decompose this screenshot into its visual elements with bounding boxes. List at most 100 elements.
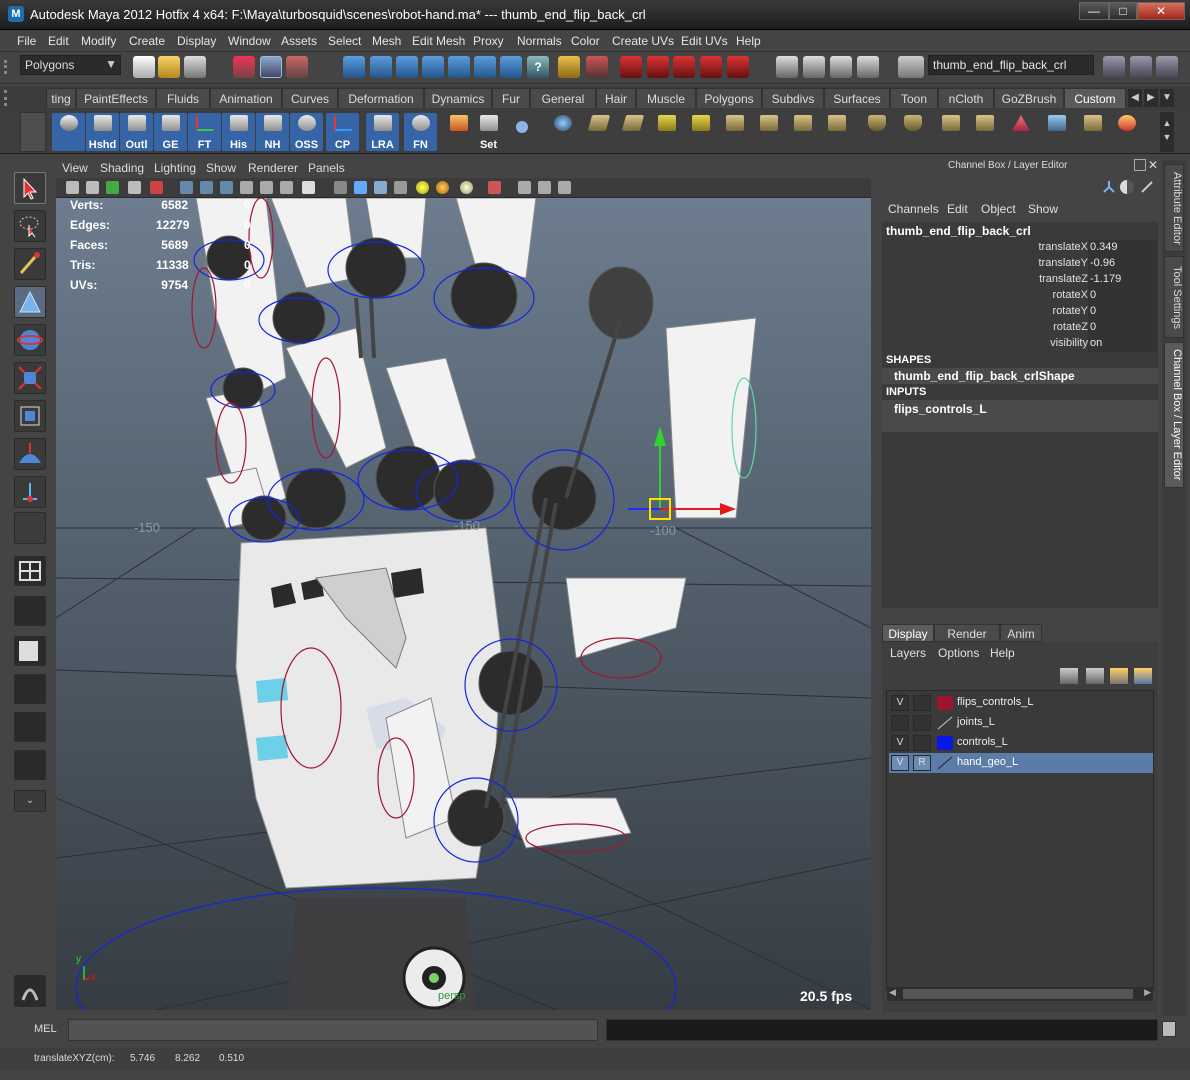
layer-color-swatch[interactable] xyxy=(937,696,953,710)
hypershade-icon[interactable] xyxy=(727,56,749,78)
lock-icon[interactable] xyxy=(558,56,580,78)
shelf-button-poly-tool-4[interactable] xyxy=(684,113,717,151)
shelf-tab-animation[interactable]: Animation xyxy=(210,88,282,108)
shelf-button-ge[interactable]: GE xyxy=(154,113,187,151)
shelf-button-his[interactable]: His xyxy=(222,113,255,151)
tab-render[interactable]: Render xyxy=(934,624,1000,642)
tab-channel-box-layer-editor[interactable]: Channel Box / Layer Editor xyxy=(1164,342,1184,488)
camera-attributes-icon[interactable] xyxy=(86,181,99,194)
shelf-button-poly-tool-5[interactable] xyxy=(718,113,751,151)
render-settings-icon[interactable] xyxy=(700,56,722,78)
menu-assets[interactable]: Assets xyxy=(281,34,317,48)
shelf-button-knife[interactable] xyxy=(442,113,475,151)
shelf-tab-surfaces[interactable]: Surfaces xyxy=(824,88,890,108)
layer-color-swatch[interactable] xyxy=(937,756,953,770)
layer-menu-help[interactable]: Help xyxy=(990,646,1015,660)
batch-render-icon[interactable] xyxy=(830,56,852,78)
lasso-tool[interactable] xyxy=(14,210,46,242)
menu-file[interactable]: File xyxy=(17,34,36,48)
shelf-tab-fur[interactable]: Fur xyxy=(492,88,530,108)
channel-translatex[interactable]: translateX 0.349 xyxy=(882,240,1158,256)
layer-color-swatch[interactable] xyxy=(937,716,953,730)
tab-anim[interactable]: Anim xyxy=(1000,624,1042,642)
viewport-menu-shading[interactable]: Shading xyxy=(100,161,144,175)
channel-box-menu-show[interactable]: Show xyxy=(1028,202,1058,216)
playblast-icon[interactable] xyxy=(857,56,879,78)
menu-modify[interactable]: Modify xyxy=(81,34,116,48)
shelf-button-poly-tool-10[interactable] xyxy=(896,113,929,151)
close-button[interactable]: ✕ xyxy=(1137,2,1185,20)
layout-four-view-icon[interactable] xyxy=(14,556,46,586)
shelf-button-poly-tool-9[interactable] xyxy=(860,113,893,151)
shelf-scrollbar[interactable]: ▲ ▼ xyxy=(1160,112,1174,152)
menu-edit-mesh[interactable]: Edit Mesh xyxy=(412,34,465,48)
bookmark-icon[interactable] xyxy=(106,181,119,194)
shelf-button-custom-tool[interactable] xyxy=(52,113,85,151)
shelf-button-poly-tool-8[interactable] xyxy=(820,113,853,151)
paint-select-tool[interactable] xyxy=(14,248,46,280)
menu-color[interactable]: Color xyxy=(571,34,600,48)
layout-persp-graph-outliner-icon[interactable] xyxy=(14,712,46,742)
tool-settings-icon[interactable] xyxy=(1130,56,1152,78)
shelf-button-poly-tool-13[interactable] xyxy=(1076,113,1109,151)
layer-display-type-toggle[interactable] xyxy=(913,695,931,711)
rotate-tool[interactable] xyxy=(14,324,46,356)
menu-normals[interactable]: Normals xyxy=(517,34,562,48)
scale-tool[interactable] xyxy=(14,362,46,394)
shelf-button-cp[interactable]: CP xyxy=(326,113,359,151)
shelf-scroll-left-icon[interactable]: ◀ xyxy=(1128,89,1142,107)
channel-rotatey[interactable]: rotateY 0 xyxy=(882,304,1158,320)
shelf-button-poly-tool-11[interactable] xyxy=(934,113,967,151)
shelf-tab-curves[interactable]: Curves xyxy=(282,88,338,108)
shelf-scroll-down-icon[interactable]: ▼ xyxy=(1160,89,1174,107)
shelf-button-fn[interactable]: FN xyxy=(404,113,437,151)
xray-icon[interactable] xyxy=(488,181,501,194)
viewport-menu-panels[interactable]: Panels xyxy=(308,161,345,175)
hyperbolic-icon[interactable] xyxy=(1140,180,1154,194)
maximize-button[interactable]: □ xyxy=(1109,2,1137,20)
scroll-left-icon[interactable]: ◀ xyxy=(889,987,896,998)
shelf-button-poly-tool-3[interactable] xyxy=(650,113,683,151)
channel-value[interactable]: 0 xyxy=(1088,304,1158,320)
select-camera-icon[interactable] xyxy=(66,181,79,194)
xray-components-icon[interactable] xyxy=(538,181,551,194)
default-light-icon[interactable] xyxy=(416,181,429,194)
shelf-tab-polygons[interactable]: Polygons xyxy=(696,88,762,108)
layer-row[interactable]: joints_L xyxy=(889,713,1153,733)
shelf-button-lra[interactable]: LRA xyxy=(366,113,399,151)
channel-value[interactable]: -0.96 xyxy=(1088,256,1158,272)
grid-icon[interactable] xyxy=(180,181,193,194)
channel-value[interactable]: 0 xyxy=(1088,288,1158,304)
layer-display-type-toggle[interactable] xyxy=(913,715,931,731)
script-editor-icon[interactable] xyxy=(1162,1021,1176,1037)
shelf-button-cone[interactable] xyxy=(1004,113,1037,151)
shelf-tab-custom[interactable]: Custom xyxy=(1064,88,1126,108)
menu-select[interactable]: Select xyxy=(328,34,361,48)
snap-live-icon[interactable] xyxy=(448,56,470,78)
menu-create[interactable]: Create xyxy=(129,34,165,48)
channel-rotatex[interactable]: rotateX 0 xyxy=(882,288,1158,304)
shelf-button-joint[interactable] xyxy=(508,113,541,151)
shelf-button-poly-tool-7[interactable] xyxy=(786,113,819,151)
layout-persp-graph-icon[interactable] xyxy=(14,596,46,626)
shelf-tab-ncloth[interactable]: nCloth xyxy=(938,88,994,108)
layer-row[interactable]: V R hand_geo_L xyxy=(889,753,1153,773)
shelf-button-uv[interactable] xyxy=(1040,113,1073,151)
menu-edit[interactable]: Edit xyxy=(48,34,69,48)
shelf-button-outl[interactable]: Outl xyxy=(120,113,153,151)
layer-menu-layers[interactable]: Layers xyxy=(890,646,926,660)
perspective-viewport[interactable]: Verts: 6582 0 Edges: 12279 0 Faces: 5689… xyxy=(56,198,871,1010)
float-panel-icon[interactable] xyxy=(1134,159,1146,171)
command-language-toggle[interactable]: MEL xyxy=(34,1023,57,1035)
shelf-button-ft[interactable]: FT xyxy=(188,113,221,151)
layer-display-type-toggle[interactable]: R xyxy=(913,755,931,771)
textured-icon[interactable] xyxy=(394,181,407,194)
last-tool-slot[interactable] xyxy=(14,512,46,544)
field-chart-icon[interactable] xyxy=(260,181,273,194)
safe-action-icon[interactable] xyxy=(280,181,293,194)
snap-surface-icon[interactable] xyxy=(474,56,496,78)
snap-view-plane-icon[interactable] xyxy=(422,56,444,78)
tab-attribute-editor[interactable]: Attribute Editor xyxy=(1164,164,1184,252)
layer-visibility-toggle[interactable] xyxy=(891,715,909,731)
shelf-tab-gozbrush[interactable]: GoZBrush xyxy=(994,88,1064,108)
